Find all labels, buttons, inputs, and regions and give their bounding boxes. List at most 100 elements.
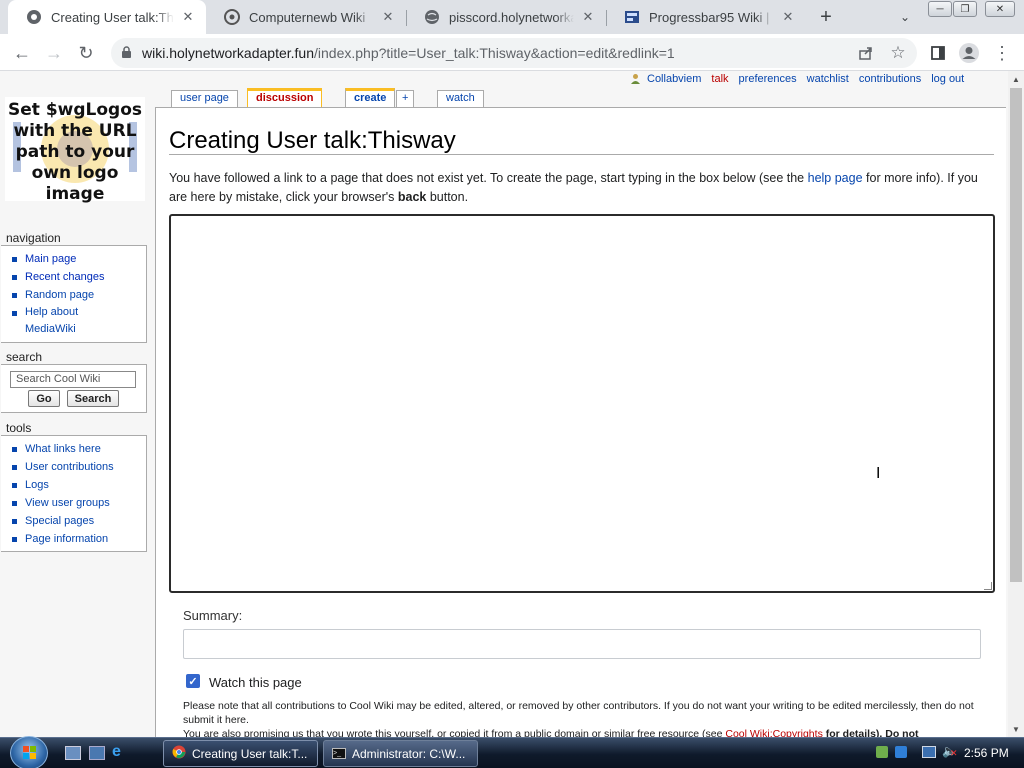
tools-item-label[interactable]: User contributions xyxy=(25,461,114,473)
chrome-icon xyxy=(172,745,186,762)
ptool-logout[interactable]: log out xyxy=(931,73,964,87)
clock[interactable]: 2:56 PM xyxy=(964,746,1009,760)
switch-windows-icon[interactable] xyxy=(89,746,105,760)
internet-explorer-icon[interactable]: e xyxy=(112,743,128,760)
ptool-talk[interactable]: talk xyxy=(711,73,728,87)
vertical-scrollbar[interactable]: ▲ ▼ xyxy=(1008,71,1024,737)
back-arrow-icon[interactable]: ← xyxy=(8,39,36,67)
browser-tab[interactable]: pisscord.holynetworkadapter.fun ✕ xyxy=(406,0,606,34)
tray-app-icon[interactable] xyxy=(895,746,907,758)
tools-item[interactable]: User contributions xyxy=(11,458,146,476)
start-orb-icon[interactable] xyxy=(10,736,48,768)
browser-tab-active[interactable]: Creating User talk:Thisway ✕ xyxy=(8,0,206,34)
cmd-icon: >_ xyxy=(332,748,346,759)
volume-muted-icon[interactable]: 🔈 ✕ xyxy=(942,744,958,758)
nav-item[interactable]: Random page xyxy=(11,286,146,304)
title-divider xyxy=(169,154,994,155)
copyright-notice: Please note that all contributions to Co… xyxy=(183,699,983,737)
tools-item[interactable]: Logs xyxy=(11,476,146,494)
nav-item-label[interactable]: Help about MediaWiki xyxy=(25,306,78,335)
browser-tab[interactable]: Progressbar95 Wiki | Fandom ✕ xyxy=(606,0,806,34)
ptool-watchlist[interactable]: watchlist xyxy=(807,73,849,87)
maximize-icon[interactable]: ❐ xyxy=(953,1,977,17)
chevron-down-icon[interactable]: ⌄ xyxy=(893,7,917,27)
taskbar-item-chrome[interactable]: Creating User talk:T... xyxy=(163,740,318,767)
tab-watch[interactable]: watch xyxy=(437,90,484,107)
summary-input[interactable] xyxy=(183,629,981,659)
tools-item-label[interactable]: What links here xyxy=(25,443,101,455)
taskbar-item-cmd[interactable]: >_ Administrator: C:\W... xyxy=(323,740,478,767)
reload-icon[interactable]: ↻ xyxy=(72,39,100,67)
go-button[interactable]: Go xyxy=(28,390,60,407)
tools-item[interactable]: Special pages xyxy=(11,512,146,530)
window-close-icon[interactable]: ✕ xyxy=(985,1,1015,17)
browser-tab-strip: Creating User talk:Thisway ✕ Computernew… xyxy=(0,0,1024,34)
tab-discussion[interactable]: discussion xyxy=(247,88,323,108)
tab-title: Progressbar95 Wiki | Fandom xyxy=(649,9,774,25)
close-icon[interactable]: ✕ xyxy=(780,9,796,25)
address-bar[interactable]: wiki.holynetworkadapter.fun/index.php?ti… xyxy=(111,38,917,68)
lock-icon[interactable] xyxy=(121,46,132,64)
tools-item-label[interactable]: Special pages xyxy=(25,515,94,527)
tab-title: Creating User talk:Thisway xyxy=(51,9,174,25)
show-desktop-icon[interactable] xyxy=(65,746,81,760)
tools-item-label[interactable]: Logs xyxy=(25,479,49,491)
scrollbar-thumb[interactable] xyxy=(1010,88,1022,582)
search-button[interactable]: Search xyxy=(67,390,119,407)
ptool-preferences[interactable]: preferences xyxy=(739,73,797,87)
resize-handle-icon[interactable] xyxy=(984,582,992,590)
summary-label: Summary: xyxy=(183,608,243,623)
close-icon[interactable]: ✕ xyxy=(580,9,596,25)
tools-item[interactable]: View user groups xyxy=(11,494,146,512)
browser-toolbar: ← → ↻ wiki.holynetworkadapter.fun/index.… xyxy=(0,34,1024,71)
tab-user-page[interactable]: user page xyxy=(171,90,238,107)
network-icon[interactable] xyxy=(922,746,936,758)
nav-item[interactable]: Main page xyxy=(11,250,146,268)
tab-add-section[interactable]: + xyxy=(396,90,415,107)
nav-item-label[interactable]: Recent changes xyxy=(25,271,105,283)
wiki-page: Collabviem talk preferences watchlist co… xyxy=(0,71,1008,737)
browser-tab[interactable]: Computernewb Wiki ✕ xyxy=(206,0,406,34)
logo-text: Set $wgLogos with the URL path to your o… xyxy=(8,100,142,204)
copyrights-link[interactable]: Cool Wiki:Copyrights xyxy=(725,728,822,737)
tools-item[interactable]: Page information xyxy=(11,530,146,548)
profile-avatar-icon[interactable] xyxy=(955,39,983,67)
tray-app-icon[interactable] xyxy=(876,746,888,758)
share-icon[interactable] xyxy=(852,39,880,67)
url-path: /index.php?title=User_talk:Thisway&actio… xyxy=(314,45,675,61)
ptool-contributions[interactable]: contributions xyxy=(859,73,921,87)
nav-item-label[interactable]: Main page xyxy=(25,253,76,265)
ptool-username[interactable]: Collabviem xyxy=(647,73,701,87)
page-title: Creating User talk:Thisway xyxy=(169,127,456,154)
nav-item-label[interactable]: Random page xyxy=(25,289,94,301)
tools-item[interactable]: What links here xyxy=(11,440,146,458)
scroll-up-icon[interactable]: ▲ xyxy=(1008,72,1024,86)
wiki-favicon-icon xyxy=(224,9,240,25)
watch-label[interactable]: Watch this page xyxy=(209,675,302,690)
wikitext-editor[interactable] xyxy=(169,214,995,593)
help-page-link[interactable]: help page xyxy=(808,171,863,185)
chrome-globe-icon xyxy=(26,9,42,25)
close-icon[interactable]: ✕ xyxy=(380,9,396,25)
forward-arrow-icon[interactable]: → xyxy=(40,39,68,67)
tab-title: pisscord.holynetworkadapter.fun xyxy=(449,9,574,25)
nav-item[interactable]: Recent changes xyxy=(11,268,146,286)
intro-text: You have followed a link to a page that … xyxy=(169,169,995,207)
bookmark-star-icon[interactable]: ☆ xyxy=(884,39,912,67)
kebab-menu-icon[interactable]: ⋮ xyxy=(988,39,1016,67)
watch-checkbox[interactable]: ✓ xyxy=(186,674,200,688)
site-logo[interactable]: Set $wgLogos with the URL path to your o… xyxy=(5,97,145,204)
side-panel-icon[interactable] xyxy=(924,39,952,67)
tools-heading: tools xyxy=(6,421,32,435)
tools-item-label[interactable]: Page information xyxy=(25,533,108,545)
new-tab-icon[interactable]: + xyxy=(814,5,838,29)
tools-item-label[interactable]: View user groups xyxy=(25,497,110,509)
minimize-icon[interactable]: ─ xyxy=(928,1,952,17)
nav-item[interactable]: Help about MediaWiki xyxy=(11,304,121,338)
personal-tools: Collabviem talk preferences watchlist co… xyxy=(630,73,974,87)
tab-create[interactable]: create xyxy=(345,88,396,108)
user-icon xyxy=(630,73,641,87)
search-input[interactable]: Search Cool Wiki xyxy=(10,371,136,388)
close-icon[interactable]: ✕ xyxy=(180,9,196,25)
scroll-down-icon[interactable]: ▼ xyxy=(1008,722,1024,736)
